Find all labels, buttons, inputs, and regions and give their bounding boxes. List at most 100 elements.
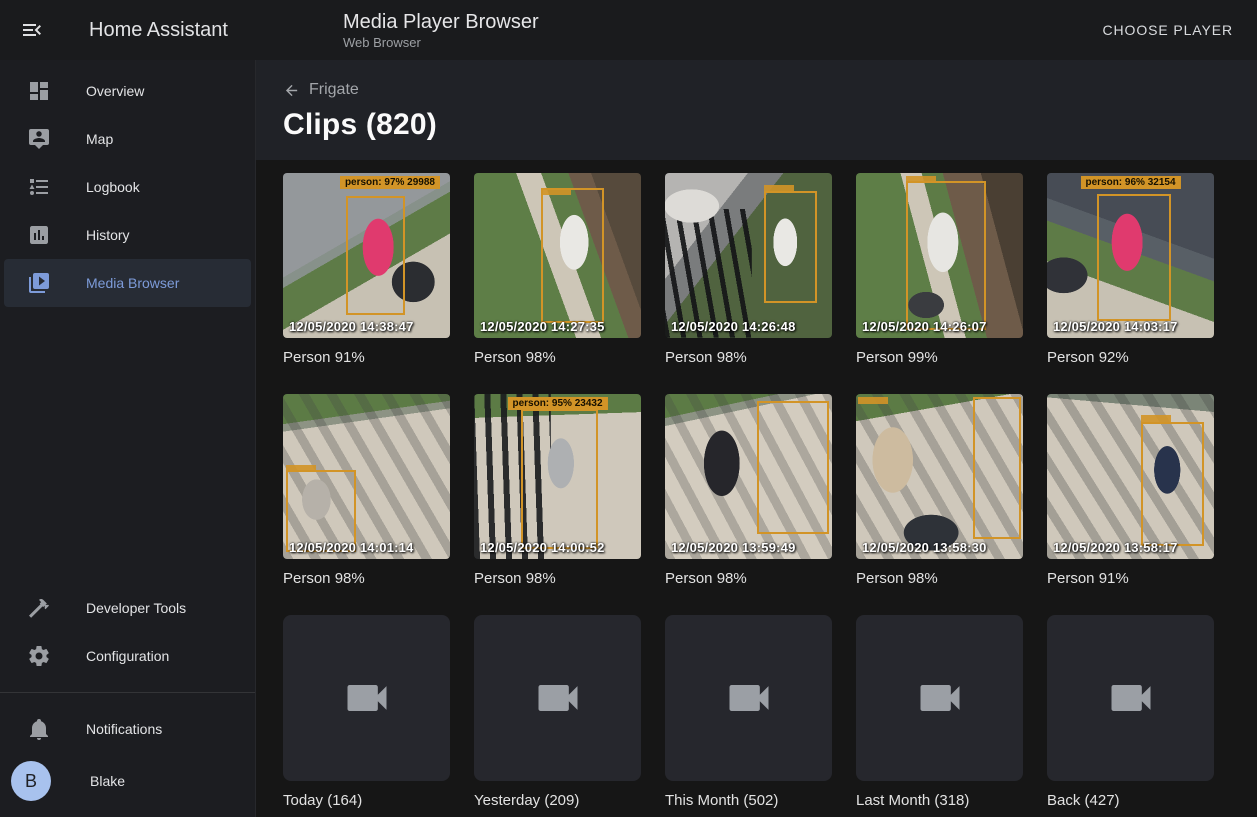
sidebar-item-user[interactable]: B Blake [4, 753, 251, 809]
topbar-main: Media Player Browser Web Browser CHOOSE … [256, 0, 1257, 60]
folder-caption: Yesterday (209) [474, 792, 641, 810]
clip-card[interactable]: 12/05/2020 13:58:17 Person 91% [1047, 394, 1214, 588]
folder-caption: This Month (502) [665, 792, 832, 810]
detection-label-small [906, 176, 936, 183]
detection-bounding-box [764, 191, 817, 303]
sidebar-item-label: Notifications [86, 721, 162, 737]
detection-label-small [286, 465, 316, 472]
detection-label-small [858, 397, 888, 404]
folder-card-back[interactable]: Back (427) [1047, 615, 1214, 810]
detection-label: person: 97% 29988 [340, 176, 440, 189]
clip-card[interactable]: 12/05/2020 14:26:07 Person 99% [856, 173, 1023, 367]
clip-timestamp: 12/05/2020 14:38:47 [289, 319, 414, 334]
sidebar-item-label: Overview [86, 83, 144, 99]
folder-tile [474, 615, 641, 781]
choose-player-button[interactable]: CHOOSE PLAYER [1095, 14, 1241, 46]
clip-timestamp: 12/05/2020 13:59:49 [671, 540, 796, 555]
clip-card[interactable]: 12/05/2020 13:58:30 Person 98% [856, 394, 1023, 588]
clip-timestamp: 12/05/2020 13:58:30 [862, 540, 987, 555]
sidebar-item-label: History [86, 227, 130, 243]
clip-caption: Person 91% [1047, 570, 1214, 588]
folder-caption: Back (427) [1047, 792, 1214, 810]
detection-bounding-box [1097, 194, 1170, 321]
sidebar: Overview Map Logbook History [0, 60, 256, 817]
view-dashboard-icon [27, 79, 51, 103]
tooltip-account-icon [27, 127, 51, 151]
chart-box-icon [27, 223, 51, 247]
folder-card-yesterday[interactable]: Yesterday (209) [474, 615, 641, 810]
hammer-icon [27, 596, 51, 620]
cog-icon [27, 644, 51, 668]
clip-card[interactable]: person: 97% 29988 12/05/2020 14:38:47 Pe… [283, 173, 450, 367]
clip-caption: Person 92% [1047, 349, 1214, 367]
sidebar-item-label: Configuration [86, 648, 169, 664]
video-icon [914, 672, 966, 724]
clip-card[interactable]: 12/05/2020 13:59:49 Person 98% [665, 394, 832, 588]
breadcrumb[interactable]: Frigate [283, 81, 359, 99]
clip-card[interactable]: person: 96% 32154 12/05/2020 14:03:17 Pe… [1047, 173, 1214, 367]
sidebar-item-media-browser[interactable]: Media Browser [4, 259, 251, 307]
video-icon [1105, 672, 1157, 724]
clip-timestamp: 12/05/2020 14:00:52 [480, 540, 605, 555]
clip-card[interactable]: person: 95% 23432 12/05/2020 14:00:52 Pe… [474, 394, 641, 588]
clip-thumbnail: 12/05/2020 13:58:30 [856, 394, 1023, 559]
clip-thumbnail: 12/05/2020 13:58:17 [1047, 394, 1214, 559]
detection-bounding-box [973, 397, 1021, 539]
clip-thumbnail: 12/05/2020 13:59:49 [665, 394, 832, 559]
sidebar-divider [0, 692, 255, 693]
sidebar-item-developer-tools[interactable]: Developer Tools [4, 584, 251, 632]
detection-bounding-box [1141, 422, 1204, 546]
clip-thumbnail: 12/05/2020 14:01:14 [283, 394, 450, 559]
sidebar-spacer [0, 307, 255, 584]
clip-caption: Person 91% [283, 349, 450, 367]
media-browser-content: Frigate Clips (820) person: 97% 29988 12… [256, 60, 1257, 817]
clip-caption: Person 98% [856, 570, 1023, 588]
folder-caption: Last Month (318) [856, 792, 1023, 810]
clip-card[interactable]: 12/05/2020 14:01:14 Person 98% [283, 394, 450, 588]
sidebar-item-history[interactable]: History [4, 211, 251, 259]
detection-label: person: 96% 32154 [1080, 176, 1180, 189]
sidebar-item-logbook[interactable]: Logbook [4, 163, 251, 211]
content-header: Frigate Clips (820) [256, 60, 1257, 160]
detection-label-small [1141, 415, 1171, 422]
clip-timestamp: 12/05/2020 14:26:48 [671, 319, 796, 334]
clip-thumbnail: 12/05/2020 14:27:35 [474, 173, 641, 338]
top-app-bar: Home Assistant Media Player Browser Web … [0, 0, 1257, 60]
detection-bounding-box [906, 181, 986, 330]
avatar: B [11, 761, 51, 801]
sidebar-header: Home Assistant [0, 0, 256, 60]
folder-card-last-month[interactable]: Last Month (318) [856, 615, 1023, 810]
clip-timestamp: 12/05/2020 14:26:07 [862, 319, 987, 334]
folder-card-today[interactable]: Today (164) [283, 615, 450, 810]
detection-bounding-box [757, 401, 829, 535]
breadcrumb-label: Frigate [309, 81, 359, 99]
sidebar-item-label: Media Browser [86, 275, 179, 291]
clip-timestamp: 12/05/2020 14:27:35 [480, 319, 605, 334]
folder-card-this-month[interactable]: This Month (502) [665, 615, 832, 810]
sidebar-item-configuration[interactable]: Configuration [4, 632, 251, 680]
folder-tile [283, 615, 450, 781]
clip-card[interactable]: 12/05/2020 14:27:35 Person 98% [474, 173, 641, 367]
clips-grid: person: 97% 29988 12/05/2020 14:38:47 Pe… [256, 160, 1257, 810]
clip-caption: Person 98% [283, 570, 450, 588]
sidebar-item-map[interactable]: Map [4, 115, 251, 163]
sidebar-item-overview[interactable]: Overview [4, 67, 251, 115]
clip-timestamp: 12/05/2020 14:01:14 [289, 540, 414, 555]
home-assistant-app: Home Assistant Media Player Browser Web … [0, 0, 1257, 817]
page-titles: Media Player Browser Web Browser [343, 10, 539, 50]
clip-thumbnail: 12/05/2020 14:26:07 [856, 173, 1023, 338]
detection-bounding-box [346, 196, 404, 315]
clip-thumbnail: 12/05/2020 14:26:48 [665, 173, 832, 338]
menu-open-icon[interactable] [20, 18, 44, 42]
sidebar-item-label: Map [86, 131, 113, 147]
clip-thumbnail: person: 95% 23432 12/05/2020 14:00:52 [474, 394, 641, 559]
clip-card[interactable]: 12/05/2020 14:26:48 Person 98% [665, 173, 832, 367]
sidebar-item-notifications[interactable]: Notifications [4, 705, 251, 753]
folder-caption: Today (164) [283, 792, 450, 810]
video-icon [723, 672, 775, 724]
detection-label-small [764, 185, 794, 192]
clip-thumbnail: person: 97% 29988 12/05/2020 14:38:47 [283, 173, 450, 338]
detection-bounding-box [521, 409, 598, 549]
folder-tile [665, 615, 832, 781]
folder-tile [1047, 615, 1214, 781]
